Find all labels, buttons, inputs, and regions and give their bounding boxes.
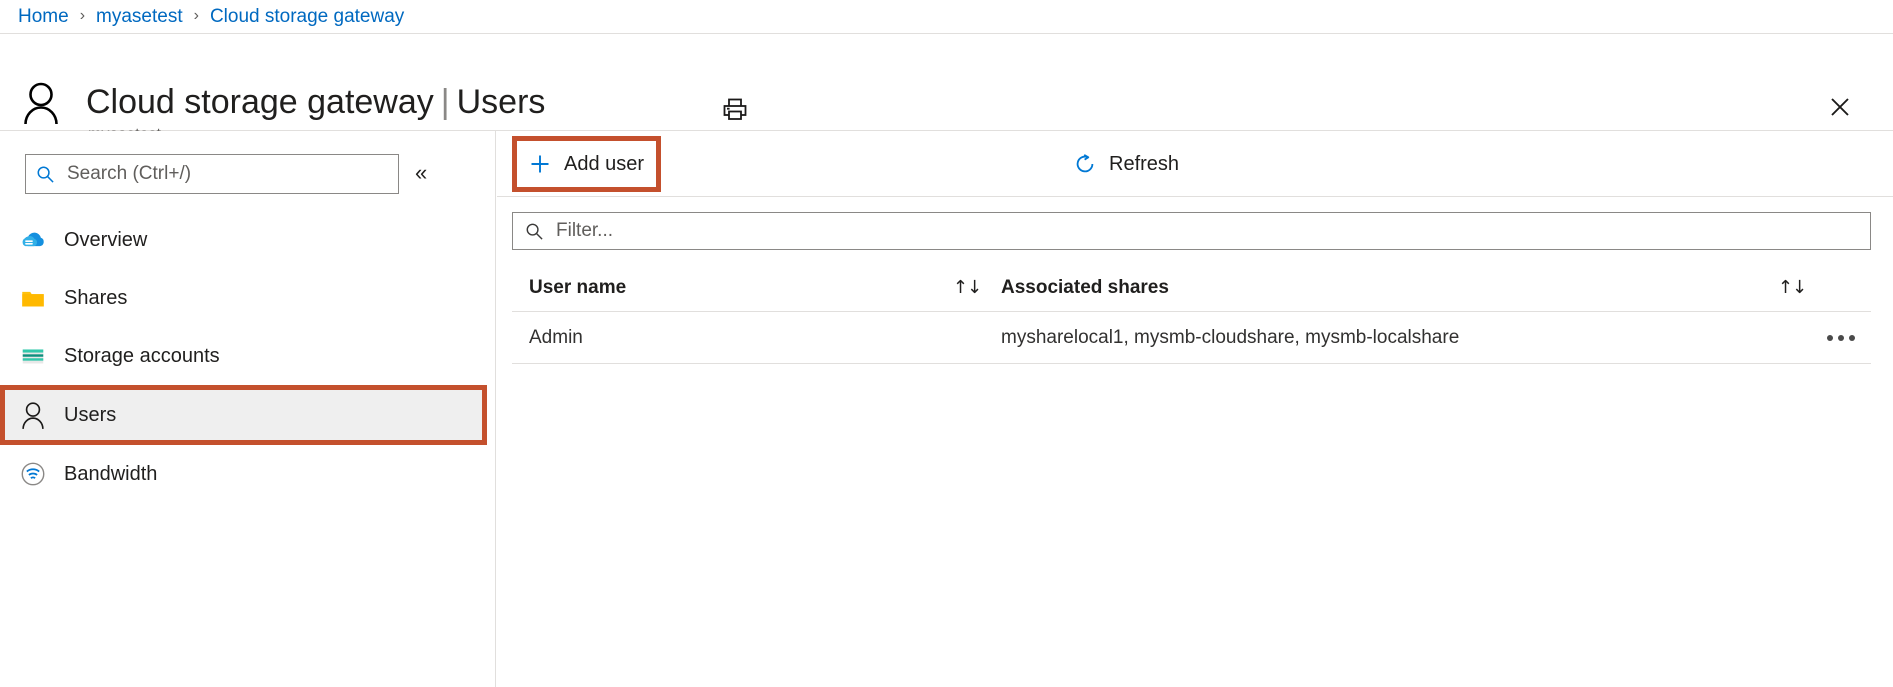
sidebar-item-label: Overview — [64, 228, 148, 251]
sidebar-item-label: Users — [64, 403, 117, 426]
sidebar-nav-list: Overview Shares Storage accounts Users B… — [0, 211, 495, 503]
azure-portal-blade: Home › myasetest › Cloud storage gateway… — [0, 0, 1893, 687]
cloud-icon — [18, 225, 48, 255]
add-user-label: Add user — [564, 152, 645, 175]
sidebar-item-users[interactable]: Users — [0, 385, 487, 445]
page-title-resource: Cloud storage gateway — [86, 83, 434, 121]
main-content: Add user Refresh Filter... User name ↑↓ … — [497, 131, 1893, 687]
breadcrumb-separator-icon: › — [79, 6, 86, 24]
more-actions-icon[interactable] — [1827, 334, 1855, 341]
sidebar: « Overview — [0, 131, 496, 687]
row-actions-cell[interactable] — [1811, 334, 1871, 341]
page-title-divider: | — [440, 83, 450, 121]
column-header-user-name[interactable]: User name — [512, 277, 948, 299]
breadcrumb-item-cloud-storage-gateway[interactable]: Cloud storage gateway — [210, 6, 404, 28]
close-button[interactable] — [1823, 92, 1857, 126]
refresh-icon — [1074, 153, 1096, 175]
table-header-row: User name ↑↓ Associated shares ↑↓ — [512, 264, 1871, 312]
blade-header: Cloud storage gateway|Users myasetest — [0, 34, 1893, 143]
cell-user-name: Admin — [529, 326, 583, 348]
search-icon — [525, 222, 544, 241]
storage-account-icon — [18, 341, 48, 371]
filter-input[interactable] — [554, 219, 1858, 243]
refresh-label: Refresh — [1109, 152, 1180, 175]
column-header-associated-shares[interactable]: Associated shares — [986, 277, 1773, 299]
sidebar-item-bandwidth[interactable]: Bandwidth — [0, 445, 495, 503]
sidebar-item-storage-accounts[interactable]: Storage accounts — [0, 327, 495, 385]
sidebar-item-label: Bandwidth — [64, 462, 158, 485]
printer-icon — [722, 96, 748, 127]
sort-updown-icon[interactable]: ↑↓ — [948, 277, 986, 298]
breadcrumb-item-myasetest[interactable]: myasetest — [96, 6, 183, 28]
breadcrumb-separator-icon: › — [193, 6, 199, 24]
user-outline-icon — [22, 82, 60, 125]
search-icon — [36, 165, 55, 184]
cell-associated-shares: mysharelocal1, mysmb-cloudshare, mysmb-l… — [1001, 326, 1460, 348]
folder-icon — [18, 283, 48, 313]
page-title: Cloud storage gateway | Users — [86, 82, 545, 122]
users-table: User name ↑↓ Associated shares ↑↓ Admin … — [512, 264, 1871, 364]
page-title-section: Users — [456, 83, 546, 121]
table-row[interactable]: Admin mysharelocal1, mysmb-cloudshare, m… — [512, 312, 1871, 364]
breadcrumb: Home › myasetest › Cloud storage gateway — [0, 0, 1893, 34]
user-outline-icon — [18, 400, 48, 430]
breadcrumb-item-home[interactable]: Home — [18, 6, 69, 28]
filter-box[interactable] — [512, 212, 1871, 250]
search-input[interactable] — [65, 162, 388, 186]
sidebar-item-overview[interactable]: Overview — [0, 211, 495, 269]
sidebar-item-label: Storage accounts — [64, 344, 220, 367]
sidebar-search[interactable] — [25, 154, 399, 194]
close-icon — [1828, 95, 1852, 124]
command-bar: Add user Refresh — [497, 131, 1893, 197]
refresh-button[interactable]: Refresh — [1062, 141, 1191, 187]
sidebar-collapse-button[interactable]: « — [415, 161, 427, 185]
sidebar-item-label: Shares — [64, 286, 128, 309]
print-button[interactable] — [718, 94, 752, 128]
sort-updown-icon[interactable]: ↑↓ — [1773, 277, 1811, 298]
add-user-button[interactable]: Add user — [512, 136, 662, 192]
plus-icon — [529, 153, 551, 175]
sidebar-item-shares[interactable]: Shares — [0, 269, 495, 327]
bandwidth-wifi-icon — [18, 459, 48, 489]
